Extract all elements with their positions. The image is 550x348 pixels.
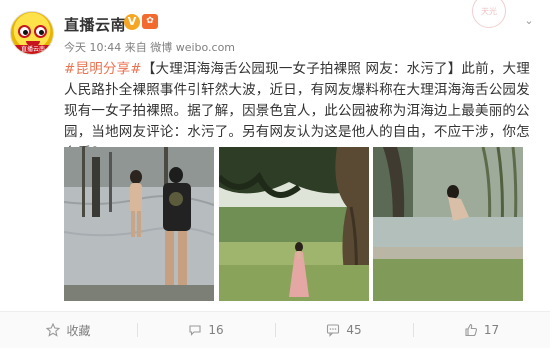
comment-icon xyxy=(327,324,340,337)
chevron-down-icon[interactable]: ⌄ xyxy=(520,14,538,28)
comment-button[interactable]: 45 xyxy=(275,312,413,348)
watermark-stamp: 天光 xyxy=(472,0,506,28)
favorite-label: 收藏 xyxy=(66,323,91,338)
star-icon xyxy=(46,323,61,337)
photo-lake-reeds-tree xyxy=(373,147,523,301)
post-time[interactable]: 今天 10:44 xyxy=(64,41,121,54)
favorite-button[interactable]: 收藏 xyxy=(0,312,137,348)
like-count: 17 xyxy=(483,323,500,337)
post-image-2[interactable] xyxy=(219,147,369,301)
hashtag-link[interactable]: #昆明分享# xyxy=(64,61,142,77)
thumbs-up-icon xyxy=(465,323,477,337)
post-meta: 今天 10:44 来自 微博 weibo.com xyxy=(64,39,235,55)
avatar-eye-right xyxy=(34,25,47,38)
author-name[interactable]: 直播云南 xyxy=(64,14,126,35)
photo-woman-pink-dress-under-tree xyxy=(219,147,369,301)
comment-count: 45 xyxy=(346,323,362,337)
like-button[interactable]: 17 xyxy=(413,312,550,348)
post-image-1[interactable] xyxy=(64,147,214,301)
avatar-eye-left xyxy=(18,25,31,38)
avatar[interactable]: 直播云南 xyxy=(10,11,54,55)
action-bar: 收藏 16 45 17 xyxy=(0,311,550,348)
photo-lake-two-people xyxy=(64,147,214,301)
verified-badge-icon: V xyxy=(124,14,140,30)
repost-count: 16 xyxy=(208,323,224,337)
post-image-3[interactable] xyxy=(373,147,523,301)
member-level-icon[interactable]: ✿ xyxy=(142,14,158,29)
post-source[interactable]: 来自 微博 weibo.com xyxy=(125,41,235,54)
repost-icon xyxy=(189,325,201,336)
weibo-post-card: 直播云南 直播云南 V ✿ 今天 10:44 来自 微博 weibo.com 天… xyxy=(0,0,550,348)
avatar-caption: 直播云南 xyxy=(11,45,53,54)
repost-button[interactable]: 16 xyxy=(137,312,275,348)
